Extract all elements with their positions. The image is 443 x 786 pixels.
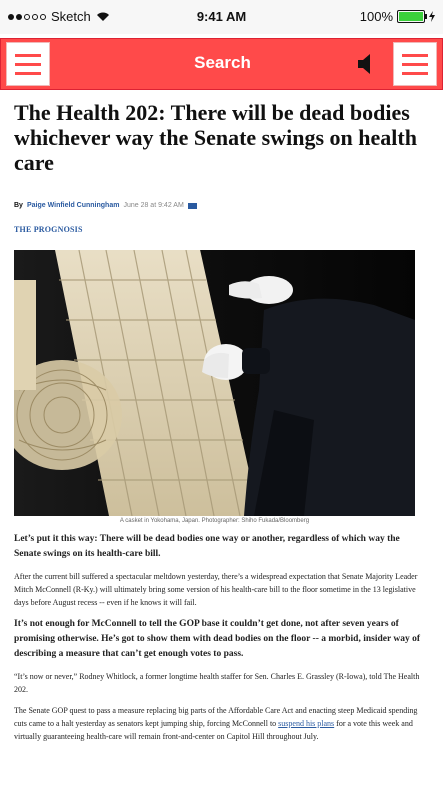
battery-icon (397, 10, 427, 23)
publish-date: June 28 at 9:42 AM (123, 202, 184, 209)
article-photo (14, 250, 415, 516)
speaker-icon[interactable] (356, 53, 376, 75)
paragraph-4: “It’s now or never,” Rodney Whitlock, a … (14, 672, 420, 694)
hamburger-icon (402, 53, 428, 57)
status-right: 100% (360, 9, 435, 24)
paragraph-3: It’s not enough for McConnell to tell th… (14, 619, 421, 659)
paragraph-2: After the current bill suffered a specta… (14, 572, 418, 607)
casket-image (14, 250, 415, 516)
article: The Health 202: There will be dead bodie… (14, 100, 434, 743)
headline: The Health 202: There will be dead bodie… (14, 100, 417, 175)
battery-percent: 100% (359, 9, 393, 24)
search-button[interactable]: Search (1, 53, 443, 73)
email-icon[interactable] (187, 202, 197, 209)
status-bar: Sketch 9:41 AM 100% (0, 0, 443, 34)
right-menu-button[interactable] (393, 42, 437, 86)
byline: By Paige Winfield Cunningham June 28 at … (14, 202, 434, 209)
paragraph-1: Let’s put it this way: There will be dea… (14, 534, 400, 559)
paragraph-5: The Senate GOP quest to pass a measure r… (14, 704, 426, 743)
top-toolbar: Search (0, 38, 443, 90)
byline-prefix: By (14, 202, 23, 209)
photo-caption: A casket in Yokohama, Japan. Photographe… (119, 518, 310, 524)
kicker-label[interactable]: THE PROGNOSIS (14, 225, 434, 234)
charging-bolt-icon (429, 11, 435, 22)
suspend-plans-link[interactable]: suspend his plans (278, 719, 334, 728)
author-link[interactable]: Paige Winfield Cunningham (27, 202, 120, 209)
